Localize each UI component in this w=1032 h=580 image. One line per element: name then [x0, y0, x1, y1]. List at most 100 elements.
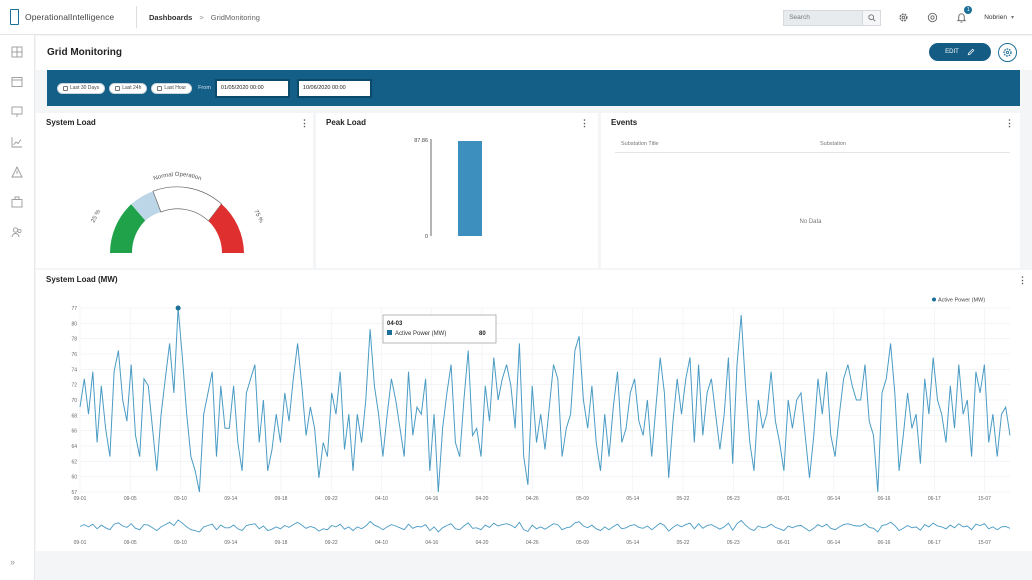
- x-tick-label: 09-10: [174, 496, 187, 502]
- time-filter-bar: Last 30 Days Last 24h Last Hour From 01/…: [47, 70, 1020, 106]
- x-tick-label: 06-14: [827, 540, 840, 546]
- notifications-button[interactable]: 1: [954, 5, 973, 25]
- x-tick-label: 09-05: [124, 540, 137, 546]
- sidebar-item-reports[interactable]: [10, 75, 24, 89]
- peak-bar[interactable]: [458, 141, 482, 236]
- x-tick-label: 05-23: [727, 496, 740, 502]
- edit-button[interactable]: EDIT: [929, 43, 991, 61]
- start-date-input[interactable]: 01/05/2020 00:00: [214, 78, 290, 98]
- chip-last-30-days[interactable]: Last 30 Days: [57, 82, 106, 94]
- x-tick-label: 09-10: [174, 540, 187, 546]
- column-header[interactable]: Substation: [820, 141, 846, 147]
- y-tick-label: 62: [71, 459, 77, 465]
- x-tick-label: 05-23: [727, 540, 740, 546]
- x-tick-label: 04-10: [375, 540, 388, 546]
- y-tick-label: 78: [71, 337, 77, 343]
- x-tick-label: 09-05: [124, 496, 137, 502]
- x-tick-label: 09-14: [224, 540, 237, 546]
- top-right-tools: 1 Nobrien ▾: [783, 0, 1032, 35]
- sidebar-expand-icon[interactable]: »: [10, 557, 15, 567]
- tooltip: 04-03 Active Power (MW) 80: [382, 314, 497, 344]
- x-tick-label: 09-01: [74, 540, 87, 546]
- line-chart-icon: [11, 137, 22, 148]
- chip-label: Last 30 Days: [70, 85, 100, 91]
- x-tick-label: 09-22: [325, 496, 338, 502]
- legend[interactable]: Active Power (MW): [932, 297, 985, 304]
- y-tick-label: 77: [71, 306, 77, 312]
- events-empty-text: No Data: [799, 219, 822, 225]
- x-tick-label: 04-16: [425, 540, 438, 546]
- sidebar-item-presentations[interactable]: [10, 105, 24, 119]
- sidebar-item-users[interactable]: [10, 225, 24, 239]
- checkbox-icon: [157, 85, 163, 91]
- tooltip-box: [382, 314, 497, 344]
- search-button[interactable]: [863, 9, 882, 26]
- zoom-navigator-line[interactable]: [79, 519, 1011, 533]
- settings-gear-button[interactable]: [896, 11, 910, 25]
- page-header: Grid Monitoring EDIT: [36, 36, 1032, 70]
- more-options-icon[interactable]: ⋮: [1005, 118, 1014, 129]
- x-tick-label: 15-07: [978, 540, 991, 546]
- legend-marker: [932, 297, 936, 302]
- y-tick-label: 66: [71, 429, 77, 435]
- breadcrumb-dashboards[interactable]: Dashboards: [149, 13, 192, 22]
- x-tick-label: 09-18: [275, 540, 288, 546]
- x-tick-label: 15-07: [978, 496, 991, 502]
- gauge-arc-label: Normal Operation: [153, 172, 202, 182]
- dashboard-settings-button[interactable]: [998, 43, 1017, 62]
- chip-label: Last 24h: [122, 85, 142, 91]
- sidebar-item-alarms[interactable]: [10, 165, 24, 179]
- user-menu[interactable]: Nobrien ▾: [984, 14, 1014, 21]
- chip-last-24h[interactable]: Last 24h: [109, 82, 148, 94]
- warning-icon: [11, 166, 23, 178]
- tooltip-series: Active Power (MW): [395, 331, 446, 337]
- breadcrumb: Dashboards > GridMonitoring: [149, 13, 260, 22]
- y-tick-label: 70: [71, 398, 77, 404]
- peak-y-tick-label: 87.86: [414, 138, 428, 144]
- y-tick-label: 72: [71, 383, 77, 389]
- sidebar: »: [0, 35, 35, 580]
- gauge-arc: [110, 186, 244, 253]
- gear-icon: [899, 13, 908, 22]
- page-title: Grid Monitoring: [47, 47, 122, 58]
- user-name: Nobrien: [984, 14, 1007, 21]
- sidebar-item-assets[interactable]: [10, 195, 24, 209]
- chip-last-hour[interactable]: Last Hour: [151, 82, 193, 94]
- zoom-x-axis: 09-01 09-05 09-10 09-14 09-18 09-22 04-10 04-16…: [74, 540, 992, 546]
- y-tick-label: 60: [71, 475, 77, 481]
- legend-label: Active Power (MW): [938, 298, 985, 304]
- gauge-chart: Normal Operation 25 % 75 %: [90, 172, 264, 253]
- help-button[interactable]: [925, 11, 939, 25]
- panel-title: Events: [611, 118, 638, 127]
- app-logo[interactable]: OperationalIntelligence: [0, 0, 136, 34]
- edit-button-label: EDIT: [945, 49, 959, 55]
- y-tick-label: 76: [71, 352, 77, 358]
- tooltip-title: 04-03: [387, 321, 403, 327]
- search-input[interactable]: [783, 9, 864, 26]
- x-tick-label: 05-14: [626, 540, 639, 546]
- peak-y-tick-label: 0: [425, 234, 428, 240]
- help-circle-icon: [927, 12, 937, 23]
- x-tick-label: 06-16: [878, 540, 891, 546]
- panel-system-load: System Load ⋮ Normal Operation 25 % 75 %: [36, 113, 313, 268]
- logo-mark-icon: [10, 9, 19, 25]
- briefcase-icon: [11, 196, 23, 208]
- panel-system-load-mw: System Load (MW) ⋮ 77 80 78 76 74 72 70 68 66 64 6…: [36, 270, 1032, 551]
- x-tick-label: 05-22: [677, 496, 690, 502]
- pencil-icon: [967, 48, 975, 56]
- x-tick-label: 06-14: [827, 496, 840, 502]
- header-divider: [136, 6, 137, 28]
- sidebar-item-analytics[interactable]: [10, 135, 24, 149]
- x-tick-label: 09-22: [325, 540, 338, 546]
- y-tick-label: 80: [71, 321, 77, 327]
- column-header[interactable]: Substation Title: [621, 141, 659, 147]
- checkbox-icon: [63, 85, 68, 91]
- panel-events: Events ⋮ Substation Title Substation No …: [601, 113, 1020, 268]
- end-date-input[interactable]: 10/06/2020 00:00: [296, 78, 372, 98]
- gear-icon: [1003, 48, 1012, 57]
- sidebar-item-dashboards[interactable]: [10, 45, 24, 59]
- x-tick-label: 05-14: [626, 496, 639, 502]
- y-tick-label: 68: [71, 413, 77, 419]
- grid-icon: [11, 46, 23, 58]
- app-name: OperationalIntelligence: [25, 12, 115, 22]
